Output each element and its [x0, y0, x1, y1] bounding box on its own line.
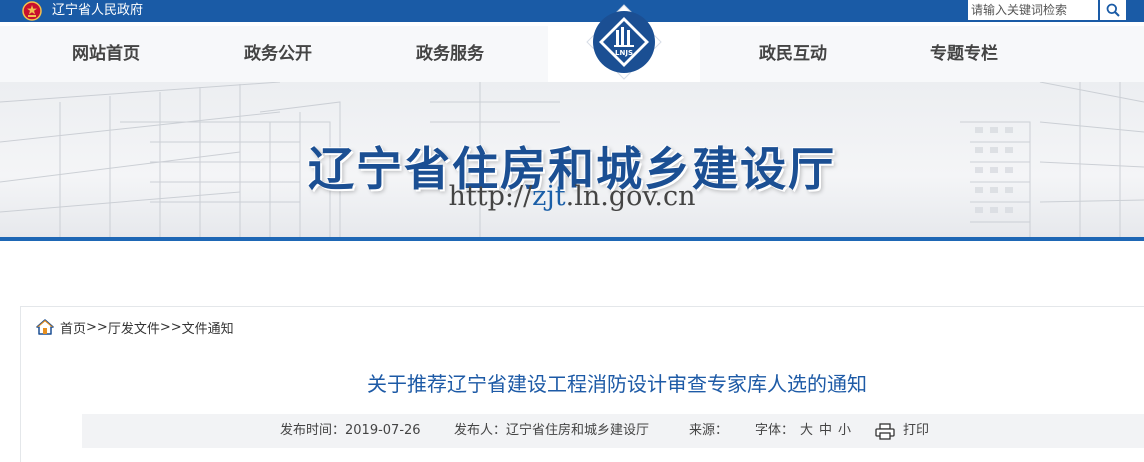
- search-input[interactable]: [968, 0, 1098, 20]
- nav-home[interactable]: 网站首页: [46, 26, 166, 82]
- nav-interaction[interactable]: 政民互动: [733, 26, 853, 82]
- gov-portal-link[interactable]: 辽宁省人民政府: [52, 2, 143, 20]
- top-bar: 辽宁省人民政府: [0, 0, 1144, 22]
- source-label: 来源：: [689, 423, 729, 438]
- search-icon: [1106, 3, 1120, 17]
- publish-time: 发布时间：2019-07-26: [280, 423, 421, 438]
- site-logo[interactable]: LNJS: [585, 3, 663, 81]
- publisher: 发布人：辽宁省住房和城乡建设厅: [454, 423, 650, 438]
- url-suffix: .ln.gov.cn: [565, 181, 696, 212]
- breadcrumb: 首页 >> 厅发文件 >> 文件通知: [36, 318, 234, 337]
- font-size-small[interactable]: 小: [838, 423, 851, 439]
- article-title: 关于推荐辽宁省建设工程消防设计审查专家库人选的通知: [367, 372, 867, 396]
- site-url: http://zjt.ln.gov.cn: [0, 181, 1144, 212]
- breadcrumb-separator: >>: [86, 319, 108, 335]
- printer-icon[interactable]: [875, 423, 895, 440]
- print-button[interactable]: 打印: [903, 423, 929, 439]
- url-prefix: http://: [448, 181, 533, 212]
- font-size-large[interactable]: 大: [800, 423, 813, 439]
- search-button[interactable]: [1100, 0, 1126, 20]
- font-size-label: 字体：: [755, 423, 795, 438]
- logo-text: LNJS: [615, 49, 633, 57]
- breadcrumb-current[interactable]: 文件通知: [182, 318, 234, 337]
- nav-gov-affairs-open[interactable]: 政务公开: [218, 26, 338, 82]
- nav-gov-services[interactable]: 政务服务: [390, 26, 510, 82]
- nav-special-topics[interactable]: 专题专栏: [904, 26, 1024, 82]
- font-size-medium[interactable]: 中: [819, 423, 832, 439]
- breadcrumb-home[interactable]: 首页: [60, 318, 86, 337]
- url-highlight: zjt: [532, 181, 566, 212]
- banner-stripe: [0, 237, 1144, 241]
- breadcrumb-separator: >>: [159, 319, 182, 335]
- national-emblem-icon[interactable]: [22, 1, 42, 21]
- home-icon: [36, 319, 54, 335]
- breadcrumb-section[interactable]: 厅发文件: [108, 318, 160, 337]
